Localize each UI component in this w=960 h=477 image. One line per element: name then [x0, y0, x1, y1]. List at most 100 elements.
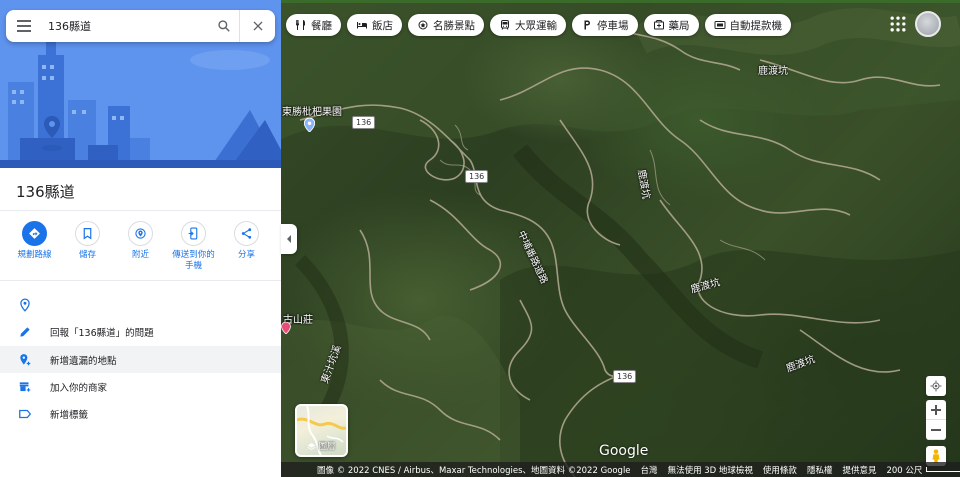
road-shield: 136 [465, 170, 489, 183]
search-button[interactable] [209, 10, 239, 42]
search-icon [218, 20, 230, 32]
share-button[interactable]: 分享 [222, 221, 272, 272]
chip-pharmacy[interactable]: 藥局 [643, 14, 699, 36]
my-location-icon [930, 380, 942, 392]
action-icon-wrap [75, 221, 100, 246]
action-label: 分享 [237, 250, 255, 260]
chip-label: 大眾運輸 [515, 19, 557, 32]
chip-hotel[interactable]: 飯店 [347, 14, 402, 36]
apps-grid-icon[interactable] [888, 14, 908, 34]
label-icon [19, 409, 32, 418]
imagery-attribution: 圖像 © 2022 CNES / Airbus、Maxar Technologi… [317, 465, 631, 476]
chip-parking[interactable]: 停車場 [572, 14, 638, 36]
layers-label: 圖層 [318, 442, 336, 452]
directions-button[interactable]: 規劃路線 [10, 221, 60, 272]
clear-search-button[interactable] [239, 10, 275, 42]
chip-label: 停車場 [597, 19, 629, 32]
account-avatar[interactable] [915, 11, 941, 37]
chip-atm[interactable]: 自動提款機 [704, 14, 791, 36]
info-row-location[interactable] [0, 291, 281, 318]
road-shield: 136 [352, 116, 376, 129]
map-label-luduken: 鹿渡坑 [758, 66, 788, 77]
parking-icon [584, 20, 590, 30]
info-row-add-missing-place[interactable]: 新增遺漏的地點 [0, 346, 281, 373]
chip-attractions[interactable]: 名勝景點 [408, 14, 484, 36]
chip-label: 餐廳 [311, 19, 332, 32]
layers-button[interactable]: 圖層 [295, 404, 348, 457]
pegman-icon [932, 449, 940, 463]
collapse-panel-button[interactable] [281, 224, 297, 254]
search-box [6, 10, 275, 42]
scale-bar [926, 467, 960, 472]
map-label-orchard[interactable]: 東勝枇杷果園 [282, 103, 342, 118]
restaurant-icon [296, 20, 305, 30]
info-row-label: 回報「136縣道」的問題 [50, 327, 154, 339]
action-label: 附近 [131, 250, 149, 260]
side-panel: 136縣道 規劃路線 儲存 附近 傳送到你的手機 [0, 0, 281, 477]
zoom-controls [926, 400, 946, 440]
minus-icon [931, 428, 941, 431]
action-icon-wrap [234, 221, 259, 246]
action-buttons: 規劃路線 儲存 附近 傳送到你的手機 分享 [0, 221, 281, 272]
place-title: 136縣道 [16, 183, 75, 201]
google-logo: Google [599, 443, 649, 459]
menu-button[interactable] [6, 10, 42, 42]
chip-label: 自動提款機 [729, 19, 783, 32]
hotel-icon [357, 22, 367, 29]
info-row-label: 新增遺漏的地點 [50, 355, 117, 367]
scale-label: 200 公尺 [886, 465, 923, 476]
action-label: 傳送到你的手機 [172, 250, 215, 271]
chip-transit[interactable]: 大眾運輸 [490, 14, 566, 36]
hamburger-menu-icon [17, 20, 31, 32]
map-footer: 圖像 © 2022 CNES / Airbus、Maxar Technologi… [281, 462, 960, 477]
nearby-icon [135, 228, 146, 239]
scale-indicator[interactable]: 200 公尺 [886, 464, 960, 476]
location-pin-icon [20, 298, 30, 312]
chevron-left-icon [287, 235, 291, 243]
action-label: 儲存 [78, 250, 96, 260]
directions-icon [29, 228, 40, 239]
chip-label: 飯店 [372, 19, 393, 32]
privacy-link[interactable]: 隱私權 [807, 464, 833, 476]
info-row-add-label[interactable]: 新增標籤 [0, 400, 281, 427]
divider [0, 210, 281, 211]
pencil-icon [20, 326, 30, 337]
terms-link[interactable]: 使用條款 [763, 464, 797, 476]
no-3d-link[interactable]: 無法使用 3D 地球檢視 [668, 464, 753, 476]
info-row-add-business[interactable]: 加入你的商家 [0, 373, 281, 400]
search-input[interactable] [42, 19, 209, 33]
zoom-out-button[interactable] [926, 420, 946, 440]
add-place-icon [20, 353, 31, 365]
plus-icon [931, 404, 941, 415]
divider [0, 280, 281, 281]
atm-icon [714, 21, 725, 29]
zoom-in-button[interactable] [926, 400, 946, 420]
pharmacy-icon [653, 20, 664, 30]
send-to-phone-icon [188, 227, 198, 240]
share-icon [241, 228, 252, 239]
info-row-report-problem[interactable]: 回報「136縣道」的問題 [0, 318, 281, 345]
map-controls [926, 376, 946, 466]
info-row-label: 新增標籤 [50, 409, 89, 421]
action-icon-wrap [181, 221, 206, 246]
send-to-phone-button[interactable]: 傳送到你的手機 [169, 221, 219, 272]
region-link[interactable]: 台灣 [641, 464, 658, 476]
road-shield: 136 [613, 370, 637, 383]
info-row-label: 加入你的商家 [50, 382, 108, 394]
category-chips: 餐廳 飯店 名勝景點 大眾運輸 停車場 藥局 自動提款機 [286, 14, 791, 36]
attraction-icon [418, 20, 428, 30]
bookmark-icon [83, 228, 92, 240]
layers-label-wrap: 圖層 [297, 440, 346, 452]
action-icon-wrap [22, 221, 47, 246]
nearby-button[interactable]: 附近 [116, 221, 166, 272]
chip-restaurant[interactable]: 餐廳 [286, 14, 341, 36]
feedback-link[interactable]: 提供意見 [842, 464, 876, 476]
map-pin-icon[interactable] [304, 118, 315, 132]
add-business-icon [19, 381, 31, 392]
save-button[interactable]: 儲存 [63, 221, 113, 272]
action-icon-wrap [128, 221, 153, 246]
chip-label: 名勝景點 [433, 19, 475, 32]
action-label: 規劃路線 [17, 250, 52, 260]
my-location-button[interactable] [926, 376, 946, 396]
map-pin-icon[interactable] [281, 322, 291, 334]
